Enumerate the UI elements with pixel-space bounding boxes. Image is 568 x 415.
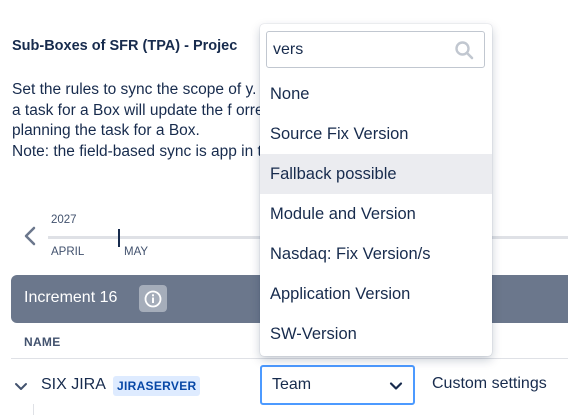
sync-field-select[interactable]: Team bbox=[260, 365, 415, 405]
divider bbox=[11, 358, 568, 359]
info-button[interactable] bbox=[139, 285, 167, 312]
custom-settings-link[interactable]: Custom settings bbox=[432, 375, 547, 393]
section-title: Sub-Boxes of SFR (TPA) - Projec bbox=[12, 38, 238, 54]
timeline-today-marker bbox=[118, 229, 120, 247]
row-name: SIX JIRA bbox=[41, 376, 106, 393]
field-dropdown-menu: None Source Fix Version Fallback possibl… bbox=[260, 24, 492, 356]
select-value: Team bbox=[272, 376, 312, 393]
option-module-and-version[interactable]: Module and Version bbox=[260, 194, 492, 234]
timeline-month: APRIL bbox=[51, 246, 85, 258]
option-none[interactable]: None bbox=[260, 74, 492, 114]
timeline-year: 2027 bbox=[51, 214, 77, 226]
page: Sub-Boxes of SFR (TPA) - Projec Set the … bbox=[0, 0, 568, 415]
options-list: None Source Fix Version Fallback possibl… bbox=[260, 74, 492, 354]
info-icon bbox=[144, 290, 162, 307]
chevron-down-icon bbox=[388, 378, 404, 394]
type-badge: JIRASERVER bbox=[113, 376, 201, 396]
timeline-month: MAY bbox=[124, 246, 149, 258]
search-input[interactable] bbox=[273, 37, 443, 62]
option-application-version[interactable]: Application Version bbox=[260, 274, 492, 314]
increment-title: Increment 16 bbox=[24, 289, 118, 306]
search-icon bbox=[454, 40, 474, 60]
timeline-back-chevron-icon[interactable] bbox=[20, 224, 40, 248]
tree-line bbox=[33, 404, 34, 415]
option-source-fix-version[interactable]: Source Fix Version bbox=[260, 114, 492, 154]
search-field[interactable] bbox=[266, 31, 485, 68]
expand-chevron-down-icon[interactable] bbox=[12, 378, 30, 396]
option-sw-version[interactable]: SW-Version bbox=[260, 314, 492, 354]
column-header-name[interactable]: NAME bbox=[24, 335, 61, 349]
option-nasdaq-fix-version[interactable]: Nasdaq: Fix Version/s bbox=[260, 234, 492, 274]
option-fallback-possible[interactable]: Fallback possible bbox=[260, 154, 492, 194]
